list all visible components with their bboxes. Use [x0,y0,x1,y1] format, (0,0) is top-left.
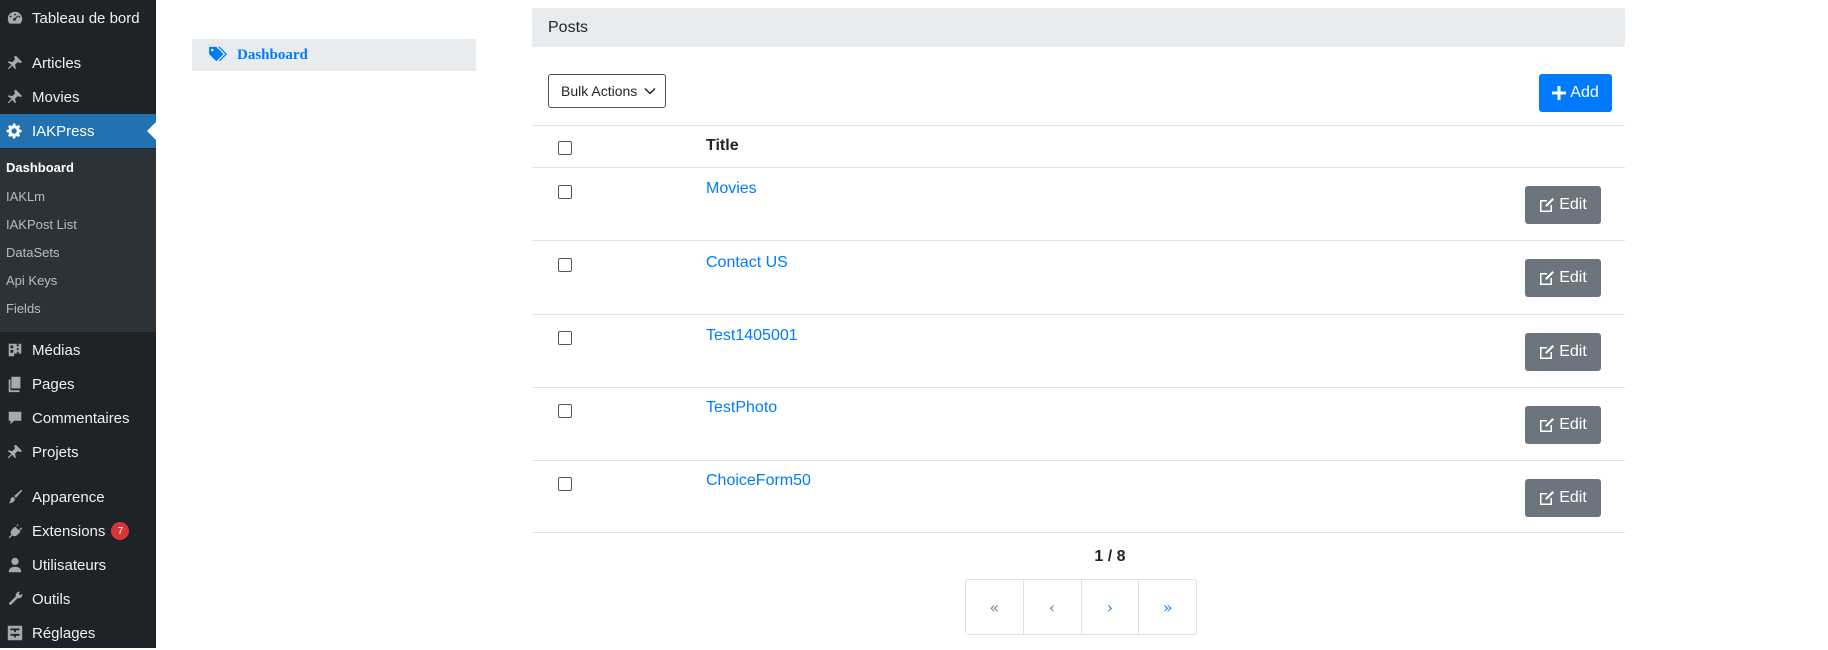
bulk-actions-select[interactable]: Bulk Actions [548,74,666,108]
edit-button-label: Edit [1559,416,1587,433]
pages-icon [5,374,25,394]
menu-label: Extensions [32,522,106,540]
submenu-item-fields[interactable]: Fields [6,301,41,316]
plugin-nav-dashboard[interactable]: Dashboard [192,39,476,71]
menu-label: Projets [32,443,79,461]
menu-item-utilisateurs[interactable]: Utilisateurs [0,548,156,582]
menu-item-movies[interactable]: Movies [0,80,156,114]
menu-item-reglages[interactable]: Réglages [0,616,156,650]
menu-label: Réglages [32,624,96,642]
menu-label: Movies [32,88,80,106]
menu-item-tableau-de-bord[interactable]: Tableau de bord [0,1,156,35]
menu-item-apparence[interactable]: Apparence [0,480,156,514]
menu-item-commentaires[interactable]: Commentaires [0,401,156,435]
gear-icon [5,121,25,141]
menu-label: Tableau de bord [32,9,140,27]
submenu-item-datasets[interactable]: DataSets [6,245,59,260]
menu-label: Utilisateurs [32,556,107,574]
page-indicator: 1 / 8 [1094,548,1126,565]
wrench-icon [5,589,25,609]
media-icon [5,340,25,360]
edit-icon [1540,418,1555,432]
menu-label: Commentaires [32,409,130,427]
brush-icon [5,487,25,507]
row-checkbox[interactable] [558,331,572,345]
table-row-divider [532,387,1625,388]
menu-item-outils[interactable]: Outils [0,582,156,616]
pin-icon [5,442,25,462]
edit-button-label: Edit [1559,489,1587,506]
menu-item-iakpress[interactable]: IAKPress [0,114,156,148]
row-checkbox[interactable] [558,404,572,418]
menu-item-projets[interactable]: Projets [0,435,156,469]
pagination: « ‹ › » [965,579,1197,635]
menu-item-pages[interactable]: Pages [0,367,156,401]
table-row-divider [532,314,1625,315]
edit-button-label: Edit [1559,196,1587,213]
posts-card-header: Posts [532,8,1625,47]
edit-icon [1540,198,1555,212]
row-title-link[interactable]: Contact US [706,254,788,272]
edit-button-label: Edit [1559,269,1587,286]
pin-icon [5,87,25,107]
edit-button[interactable]: Edit [1525,186,1601,224]
menu-label: Articles [32,54,82,72]
plus-icon [1552,86,1567,100]
settings-icon [5,623,25,643]
menu-label: Apparence [32,488,105,506]
previous-page-button[interactable]: ‹ [1024,580,1082,634]
table-row-divider [532,240,1625,241]
menu-label: Médias [32,341,81,359]
plugin-icon [5,521,25,541]
row-title-link[interactable]: TestPhoto [706,399,777,417]
edit-button[interactable]: Edit [1525,406,1601,444]
first-page-button[interactable]: « [966,580,1024,634]
admin-sidebar: Tableau de bord Articles Movies IAKPress… [0,0,156,648]
edit-icon [1540,345,1555,359]
chevron-down-icon [644,87,656,95]
edit-button[interactable]: Edit [1525,479,1601,517]
plugin-nav-label: Dashboard [237,46,308,63]
submenu-item-iaklm[interactable]: IAKLm [6,189,45,204]
select-all-checkbox[interactable] [558,141,572,155]
row-checkbox[interactable] [558,258,572,272]
menu-item-extensions[interactable]: Extensions 7 [0,514,156,548]
add-button[interactable]: Add [1539,74,1612,112]
edit-button[interactable]: Edit [1525,259,1601,297]
submenu-iakpress: Dashboard IAKLm IAKPost List DataSets Ap… [0,149,156,332]
row-checkbox[interactable] [558,185,572,199]
row-title-link[interactable]: Test1405001 [706,327,798,345]
menu-item-articles[interactable]: Articles [0,46,156,80]
menu-item-medias[interactable]: Médias [0,333,156,367]
table-row-divider [532,532,1625,533]
row-checkbox[interactable] [558,477,572,491]
user-icon [5,555,25,575]
last-page-button[interactable]: » [1139,580,1196,634]
edit-icon [1540,491,1555,505]
posts-card-title: Posts [548,18,589,36]
comment-icon [5,408,25,428]
menu-label: IAKPress [32,122,95,140]
bulk-actions-label: Bulk Actions [561,83,638,99]
row-title-link[interactable]: Movies [706,180,757,198]
table-divider [532,125,1625,126]
column-header-title: Title [706,137,739,154]
edit-button[interactable]: Edit [1525,333,1601,371]
dashboard-icon [5,8,25,28]
tags-icon [208,46,237,64]
pin-icon [5,53,25,73]
submenu-item-iakpost-list[interactable]: IAKPost List [6,217,77,232]
update-count-badge: 7 [111,522,130,540]
table-divider [532,167,1625,168]
menu-label: Pages [32,375,75,393]
table-row-divider [532,460,1625,461]
submenu-item-api-keys[interactable]: Api Keys [6,273,57,288]
menu-label: Outils [32,590,71,608]
edit-button-label: Edit [1559,343,1587,360]
next-page-button[interactable]: › [1082,580,1140,634]
row-title-link[interactable]: ChoiceForm50 [706,472,811,490]
add-button-label: Add [1570,84,1599,101]
edit-icon [1540,271,1555,285]
submenu-item-dashboard[interactable]: Dashboard [6,160,74,175]
